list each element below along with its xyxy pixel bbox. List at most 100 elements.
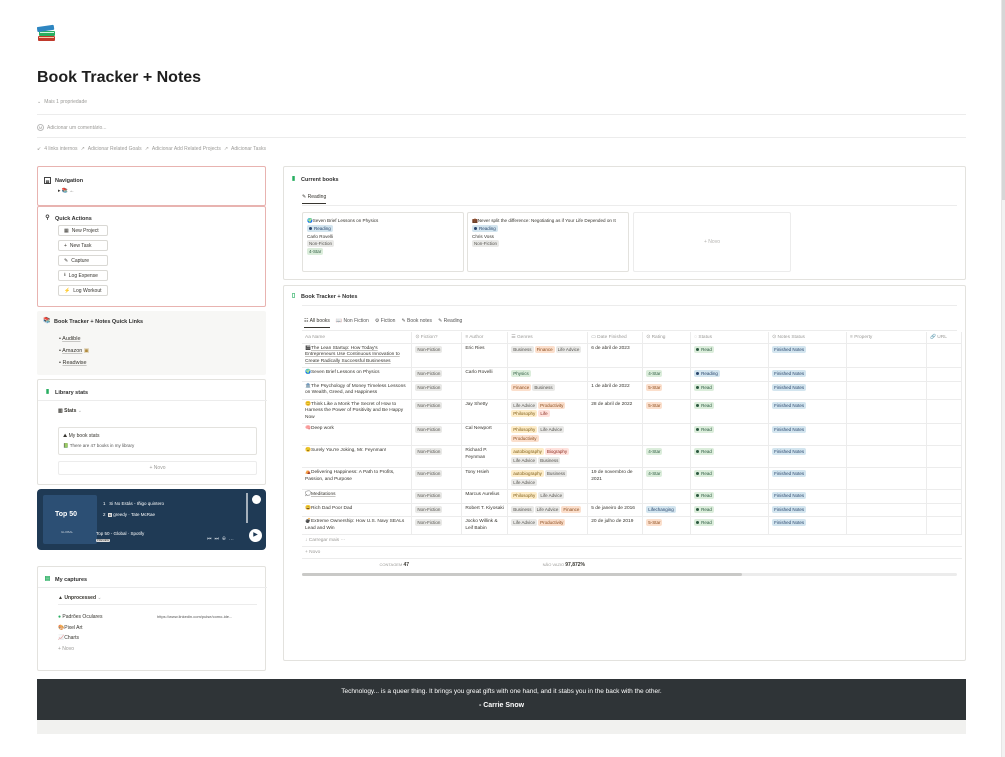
add-icon[interactable]: ⊕	[222, 536, 229, 542]
stats-view-tab[interactable]: ▥ Stats ⌄	[58, 408, 82, 414]
cell-author[interactable]: Tony Hsieh	[461, 467, 509, 490]
tab-book-notes[interactable]: ✎ Book notes	[401, 318, 432, 328]
capture-url[interactable]: https://www.linkedin.com/pulse/como-ide.…	[157, 612, 257, 623]
cell-url[interactable]	[926, 503, 962, 517]
cell-name[interactable]: 🌍Seven Brief Lessons on Physics	[302, 367, 413, 382]
cell-name[interactable]: ⛺Delivering Happiness: A Path to Profits…	[302, 467, 413, 490]
table-row[interactable]: 😉Surely You're Joking, Mr. Feynman! Non-F…	[302, 445, 962, 468]
cell-rating[interactable]: 5-Star	[642, 516, 692, 535]
scrollbar-thumb[interactable]	[302, 573, 742, 576]
new-row-button[interactable]: + Novo	[302, 547, 962, 559]
cell-name[interactable]: 💣Extreme Ownership: How U.S. Navy SEALs …	[302, 516, 413, 535]
cell-status[interactable]: Read	[690, 489, 770, 504]
capture-row[interactable]: 🎨Pixel Art	[58, 623, 257, 634]
cell-status[interactable]: Read	[690, 423, 770, 446]
cell-url[interactable]	[926, 445, 962, 468]
new-capture-button[interactable]: + Novo	[58, 644, 257, 655]
cell-url[interactable]	[926, 516, 962, 535]
cell-author[interactable]: Marcus Aurelius	[461, 489, 509, 504]
cell-rating[interactable]	[642, 343, 692, 368]
table-row[interactable]: 💭Meditations Non-Fiction Marcus Aurelius Ph…	[302, 489, 962, 504]
cell-author[interactable]: Jocko Willink & Leif Babin	[461, 516, 509, 535]
track-row[interactable]: 2 E greedy · Tate McRae	[103, 509, 164, 521]
column-header-rating[interactable]: ⊙ Rating	[642, 332, 692, 344]
cell-name[interactable]: 😀Rich Dad Poor Dad	[302, 503, 413, 517]
cell-notes-status[interactable]: Finished Notes	[768, 445, 848, 468]
previous-icon[interactable]: ⏮	[207, 536, 215, 542]
cell-notes-status[interactable]: Finished Notes	[768, 467, 848, 490]
unprocessed-view-tab[interactable]: ▲ Unprocessed ⌄	[58, 595, 102, 601]
cell-rating[interactable]: 4-Star	[642, 467, 692, 490]
count-calculation[interactable]: CONTAGEM 47	[302, 562, 412, 568]
tab-fiction[interactable]: ⚙ Fiction	[375, 318, 396, 328]
amazon-link[interactable]: Amazon	[62, 348, 82, 354]
play-button[interactable]: ▶	[249, 529, 262, 542]
cell-status[interactable]: Read	[690, 399, 770, 424]
cell-property[interactable]	[846, 381, 927, 400]
table-row[interactable]: 😀Rich Dad Poor Dad Non-Fiction Robert T. K…	[302, 503, 962, 517]
track-row[interactable]: 1 Si No Estás - Iñigo quintero	[103, 498, 164, 509]
cell-url[interactable]	[926, 381, 962, 400]
cell-genres[interactable]: Life Advice Productivity	[507, 516, 589, 535]
column-header-url[interactable]: 🔗 URL	[926, 332, 962, 344]
table-row[interactable]: 💣Extreme Ownership: How U.S. Navy SEALs …	[302, 516, 962, 535]
cell-genres[interactable]: Life Advice ProductivityPhilosophy Life	[507, 399, 589, 424]
cell-property[interactable]	[846, 367, 927, 382]
cell-notes-status[interactable]: Finished Notes	[768, 489, 848, 504]
cell-date[interactable]: 28 de abril de 2022	[587, 399, 644, 424]
cell-status[interactable]: Reading	[690, 367, 770, 382]
table-row[interactable]: 🧠Deep work Non-Fiction Cal Newport Philosop…	[302, 423, 962, 446]
cell-name[interactable]: 💭Meditations	[302, 489, 413, 504]
cell-fiction[interactable]: Non-Fiction	[411, 367, 463, 382]
book-card[interactable]: 💼Never split the difference: Negotiating…	[467, 212, 629, 272]
cell-genres[interactable]: autobiography Business Life Advice	[507, 467, 589, 490]
cell-fiction[interactable]: Non-Fiction	[411, 489, 463, 504]
cell-rating[interactable]: 5-Star	[642, 399, 692, 424]
table-row[interactable]: ⛺Delivering Happiness: A Path to Profits…	[302, 467, 962, 490]
cell-date[interactable]	[587, 367, 644, 382]
cell-property[interactable]	[846, 399, 927, 424]
cell-status[interactable]: Read	[690, 343, 770, 368]
add-related-projects[interactable]: Adicionar Add Related Projects	[152, 146, 221, 152]
cell-rating[interactable]: Lifechanging	[642, 503, 692, 517]
page-title[interactable]: Book Tracker + Notes	[37, 69, 201, 87]
cell-property[interactable]	[846, 489, 927, 504]
column-header-fiction[interactable]: ⊙ Fiction?	[411, 332, 463, 344]
books-icon[interactable]	[36, 22, 57, 44]
spotify-embed[interactable]: Top 50 GLOBAL 1 Si No Estás - Iñigo quin…	[37, 489, 266, 550]
cell-url[interactable]	[926, 423, 962, 446]
cell-status[interactable]: Read	[690, 381, 770, 400]
table-row[interactable]: 😊Think Like a Monk The Secret of How to …	[302, 399, 962, 424]
cell-author[interactable]: Carlo Rovelli	[461, 367, 509, 382]
cell-genres[interactable]: Business Finance Life Advice	[507, 343, 589, 368]
cell-url[interactable]	[926, 467, 962, 490]
add-tasks[interactable]: Adicionar Tasks	[231, 146, 266, 152]
cell-notes-status[interactable]: Finished Notes	[768, 503, 848, 517]
column-header-author[interactable]: ≡ Author	[461, 332, 509, 344]
cell-rating[interactable]	[642, 489, 692, 504]
cell-name[interactable]: 😊Think Like a Monk The Secret of How to …	[302, 399, 413, 424]
capture-row[interactable]: 📈Charts	[58, 633, 257, 644]
capture-row[interactable]: ● Padrões Oculares https://www.linkedin.…	[58, 612, 257, 623]
internal-links[interactable]: 4 links internos	[44, 146, 77, 152]
cell-fiction[interactable]: Non-Fiction	[411, 399, 463, 424]
cell-genres[interactable]: Physics	[507, 367, 589, 382]
cell-genres[interactable]: Finance Business	[507, 381, 589, 400]
cell-name[interactable]: 😉Surely You're Joking, Mr. Feynman!	[302, 445, 413, 468]
track-scrollbar[interactable]	[246, 493, 248, 523]
cell-notes-status[interactable]: Finished Notes	[768, 381, 848, 400]
cell-date[interactable]: 20 de julho de 2019	[587, 516, 644, 535]
column-header-status[interactable]: ◌ Status	[690, 332, 770, 344]
cell-fiction[interactable]: Non-Fiction	[411, 381, 463, 400]
load-more-button[interactable]: ↓ Carregar mais ···	[302, 535, 962, 547]
more-icon[interactable]: …	[229, 536, 237, 542]
cell-author[interactable]: Richard P. Feynman	[461, 445, 509, 468]
cell-date[interactable]: 1 de abril de 2022	[587, 381, 644, 400]
tab-reading[interactable]: ✎ Reading	[302, 194, 327, 204]
cell-rating[interactable]: 5-Star	[642, 381, 692, 400]
cell-status[interactable]: Read	[690, 467, 770, 490]
column-header-property[interactable]: ≡ Property	[846, 332, 927, 344]
column-header-genres[interactable]: ☰ Genres	[507, 332, 589, 344]
cell-name[interactable]: 🧠Deep work	[302, 423, 413, 446]
table-row[interactable]: 🏦The Psychology of Money Timeless Lesson…	[302, 381, 962, 400]
